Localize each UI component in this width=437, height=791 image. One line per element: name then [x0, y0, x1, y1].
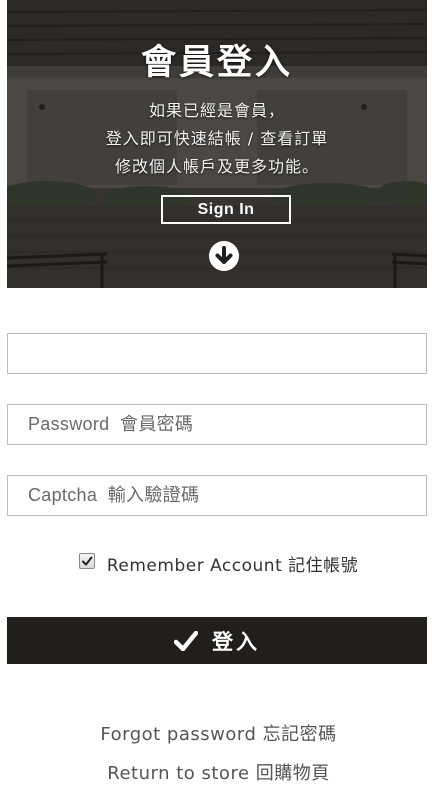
- login-button[interactable]: 登入: [7, 617, 427, 664]
- login-button-label: 登入: [212, 629, 260, 654]
- forgot-password-link[interactable]: Forgot password 忘記密碼: [0, 720, 437, 746]
- hero-title: 會員登入: [140, 43, 293, 83]
- account-field: [7, 333, 427, 374]
- account-input[interactable]: [8, 334, 426, 373]
- remember-account-label[interactable]: Remember Account 記住帳號: [107, 551, 358, 576]
- checkbox-check-icon: [81, 556, 93, 566]
- captcha-field: [7, 475, 427, 516]
- arrow-down-circle-icon[interactable]: [208, 240, 240, 272]
- remember-account-checkbox[interactable]: [78, 553, 95, 569]
- password-input[interactable]: [8, 405, 426, 444]
- return-to-store-link[interactable]: Return to store 回購物頁: [0, 759, 437, 785]
- hero-banner: 會員登入 如果已經是會員， 登入即可快速結帳 / 查看訂單 修改個人帳戶及更多功…: [7, 0, 427, 288]
- hero-desc-line: 如果已經是會員，: [148, 101, 285, 120]
- remember-account-row: Remember Account 記住帳號: [0, 550, 437, 576]
- hero-description: 如果已經是會員， 登入即可快速結帳 / 查看訂單 修改個人帳戶及更多功能。: [7, 97, 427, 181]
- checkmark-icon: [174, 630, 198, 651]
- sign-in-button[interactable]: Sign In: [161, 195, 291, 224]
- hero-desc-line: 登入即可快速結帳 / 查看訂單: [105, 129, 329, 148]
- hero-desc-line: 修改個人帳戶及更多功能。: [114, 157, 319, 176]
- password-field: [7, 404, 427, 445]
- captcha-input[interactable]: [8, 476, 426, 515]
